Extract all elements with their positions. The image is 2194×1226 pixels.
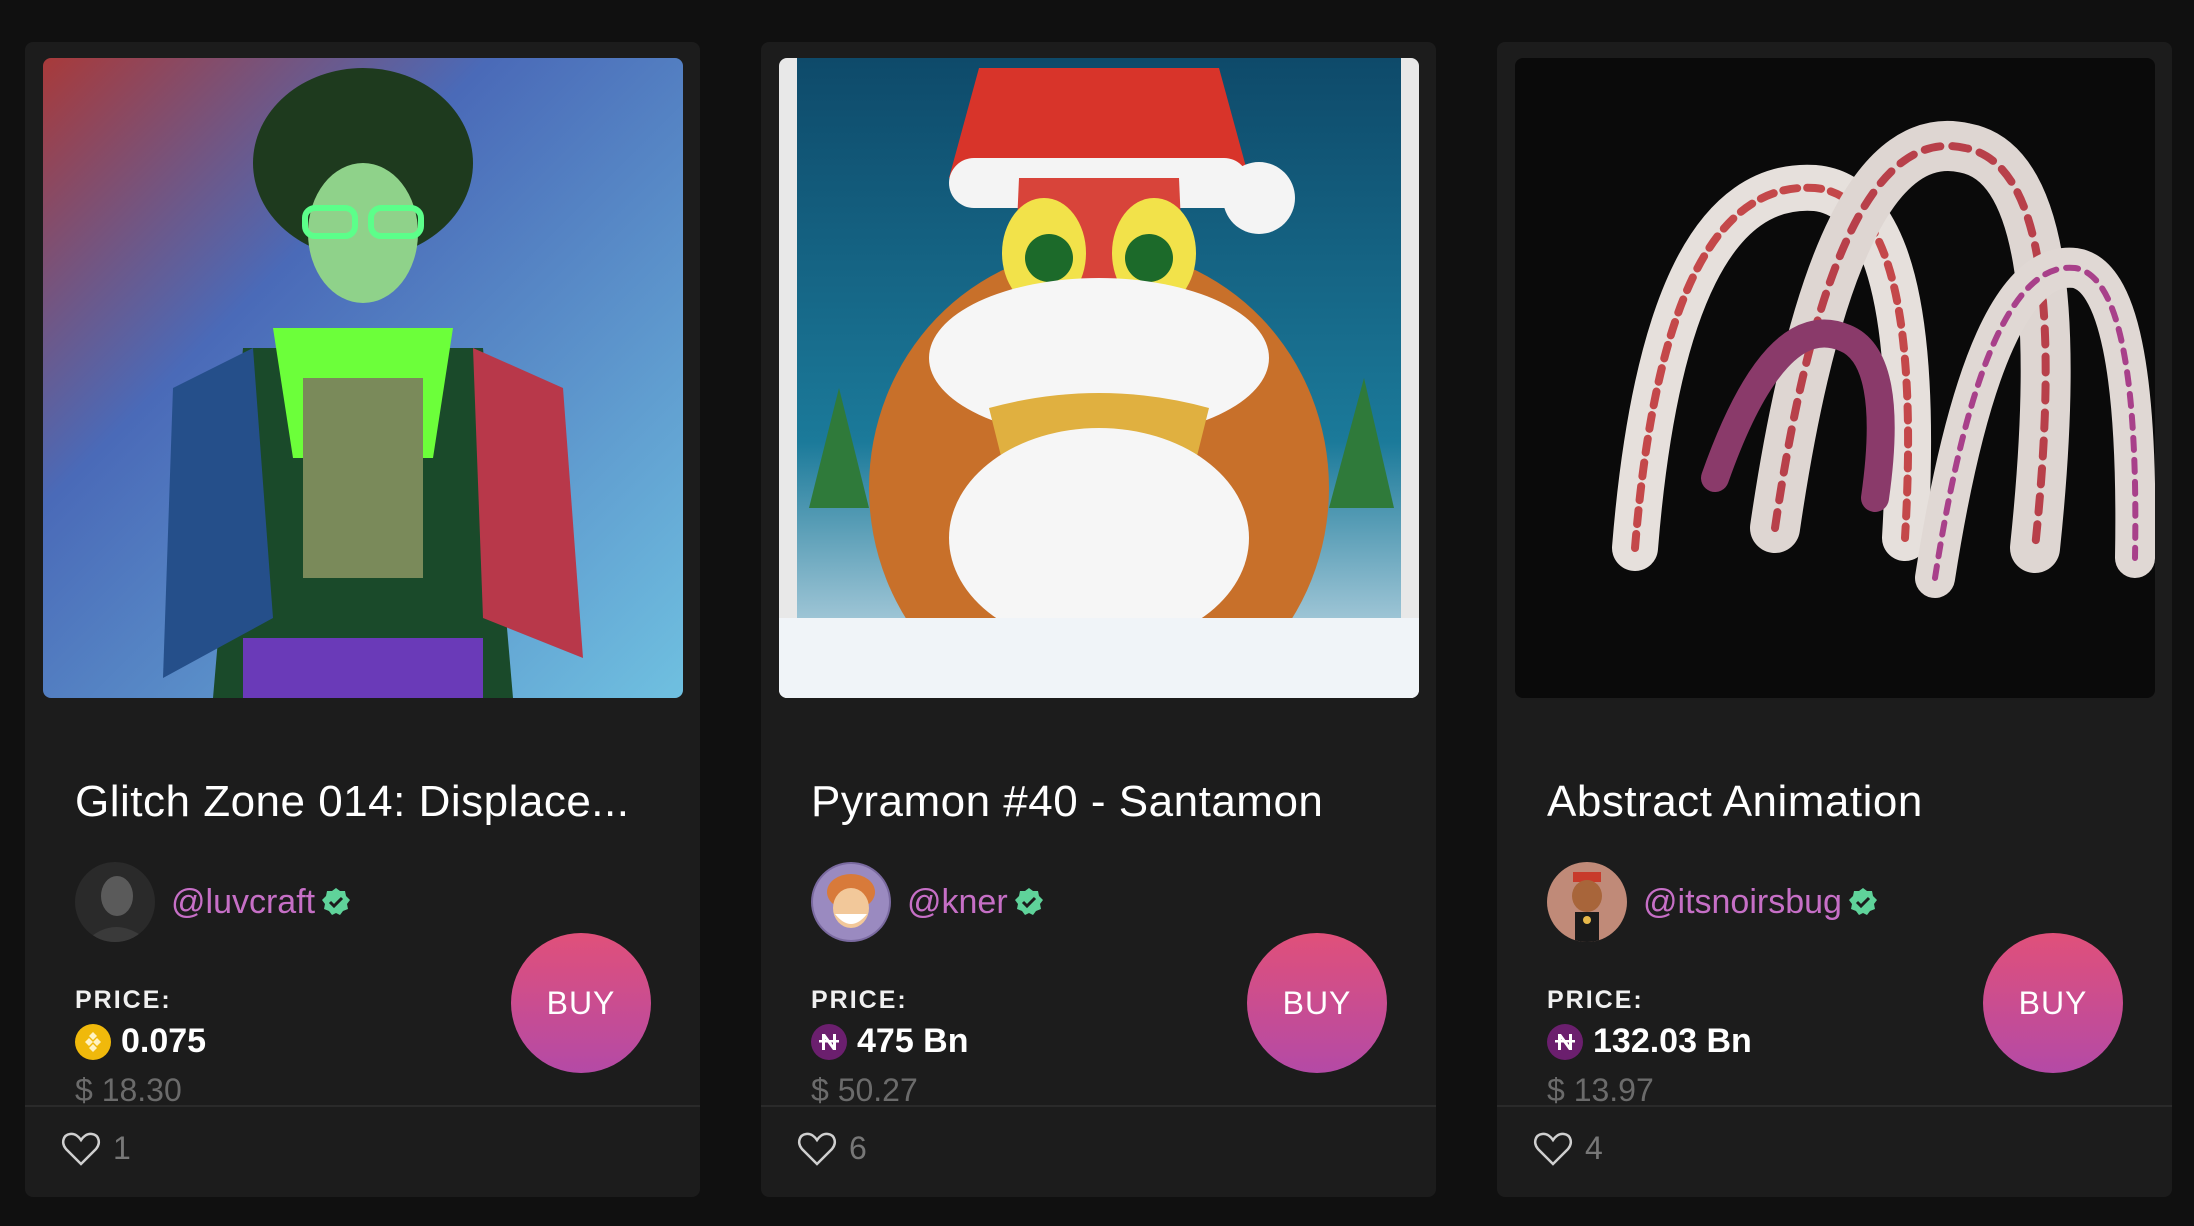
heart-icon[interactable] — [1533, 1131, 1573, 1167]
likes-row[interactable]: 4 — [1533, 1130, 1603, 1167]
price-value: 475 Bn — [857, 1022, 969, 1060]
usd-price: $ 13.97 — [1547, 1072, 1654, 1108]
creator-handle[interactable]: @luvcraft — [171, 883, 315, 922]
buy-button[interactable]: BUY — [1247, 933, 1387, 1073]
nft-title[interactable]: Glitch Zone 014: Displace... — [75, 776, 629, 828]
nft-artwork-image[interactable] — [43, 58, 683, 698]
like-count: 6 — [849, 1130, 867, 1166]
like-count: 1 — [113, 1130, 131, 1166]
buy-button[interactable]: BUY — [1983, 933, 2123, 1073]
price-label: PRICE: — [811, 986, 908, 1014]
verified-badge-icon — [1848, 888, 1877, 915]
price-row: 132.03 Bn — [1547, 1022, 1752, 1061]
creator-handle[interactable]: @itsnoirsbug — [1643, 883, 1842, 922]
creator-row[interactable]: @luvcraft — [75, 862, 351, 942]
creator-avatar[interactable] — [1547, 862, 1627, 942]
nft-card-grid: Glitch Zone 014: Displace... @luvcraft P… — [25, 42, 2172, 1197]
usd-price: $ 18.30 — [75, 1072, 182, 1108]
verified-badge-icon — [322, 888, 351, 915]
price-label: PRICE: — [75, 986, 172, 1014]
creator-avatar[interactable] — [811, 862, 891, 942]
card-divider — [1497, 1105, 2172, 1107]
nft-card[interactable]: Abstract Animation @itsnoirsbug PRICE: 1… — [1497, 42, 2172, 1197]
usd-price: $ 50.27 — [811, 1072, 918, 1108]
heart-icon[interactable] — [797, 1131, 837, 1167]
nft-title[interactable]: Pyramon #40 - Santamon — [811, 776, 1323, 828]
nft-artwork-image[interactable] — [1515, 58, 2155, 698]
verified-badge-icon — [1014, 888, 1043, 915]
creator-row[interactable]: @kner — [811, 862, 1044, 942]
card-divider — [761, 1105, 1436, 1107]
like-count: 4 — [1585, 1130, 1603, 1166]
heart-icon[interactable] — [61, 1131, 101, 1167]
creator-avatar[interactable] — [75, 862, 155, 942]
price-value: 0.075 — [121, 1022, 207, 1060]
nft-artwork-image[interactable] — [779, 58, 1419, 698]
card-divider — [25, 1105, 700, 1107]
price-value: 132.03 Bn — [1593, 1022, 1752, 1060]
price-row: 0.075 — [75, 1022, 206, 1061]
price-label: PRICE: — [1547, 986, 1644, 1014]
price-row: 475 Bn — [811, 1022, 969, 1061]
buy-button[interactable]: BUY — [511, 933, 651, 1073]
nft-title[interactable]: Abstract Animation — [1547, 776, 1923, 828]
n-coin-icon — [1547, 1023, 1583, 1060]
nft-card[interactable]: Glitch Zone 014: Displace... @luvcraft P… — [25, 42, 700, 1197]
likes-row[interactable]: 1 — [61, 1130, 131, 1167]
creator-row[interactable]: @itsnoirsbug — [1547, 862, 1878, 942]
creator-handle[interactable]: @kner — [907, 883, 1008, 922]
likes-row[interactable]: 6 — [797, 1130, 867, 1167]
bnb-coin-icon — [75, 1023, 111, 1060]
n-coin-icon — [811, 1023, 847, 1060]
nft-card[interactable]: Pyramon #40 - Santamon @kner PRICE: 475 … — [761, 42, 1436, 1197]
